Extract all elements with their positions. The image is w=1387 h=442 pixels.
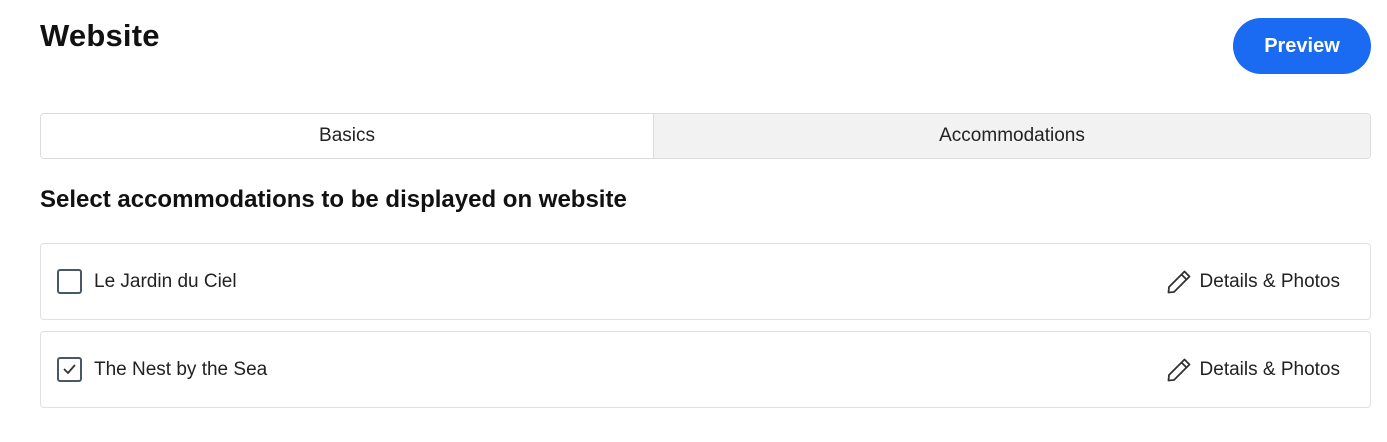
accommodation-row: Le Jardin du Ciel Details & Photos — [40, 243, 1371, 320]
tab-basics[interactable]: Basics — [41, 114, 654, 158]
checkmark-icon — [63, 364, 76, 374]
tab-accommodations[interactable]: Accommodations — [654, 114, 1370, 158]
accommodation-checkbox[interactable] — [57, 357, 82, 382]
accommodation-name: Le Jardin du Ciel — [94, 270, 237, 292]
website-page: Website Preview Basics Accommodations Se… — [0, 0, 1387, 442]
pencil-icon — [1167, 358, 1190, 381]
accommodation-checkbox[interactable] — [57, 269, 82, 294]
page-title: Website — [40, 18, 160, 53]
details-photos-link[interactable]: Details & Photos — [1165, 356, 1340, 384]
details-photos-label: Details & Photos — [1199, 358, 1340, 380]
preview-button[interactable]: Preview — [1233, 18, 1371, 74]
section-heading: Select accommodations to be displayed on… — [40, 186, 627, 213]
accommodation-name: The Nest by the Sea — [94, 358, 268, 380]
accommodation-row: The Nest by the Sea Details & Photos — [40, 331, 1371, 408]
details-photos-label: Details & Photos — [1199, 270, 1340, 292]
pencil-icon — [1167, 270, 1190, 293]
details-photos-link[interactable]: Details & Photos — [1165, 268, 1340, 296]
tab-bar: Basics Accommodations — [40, 113, 1371, 159]
